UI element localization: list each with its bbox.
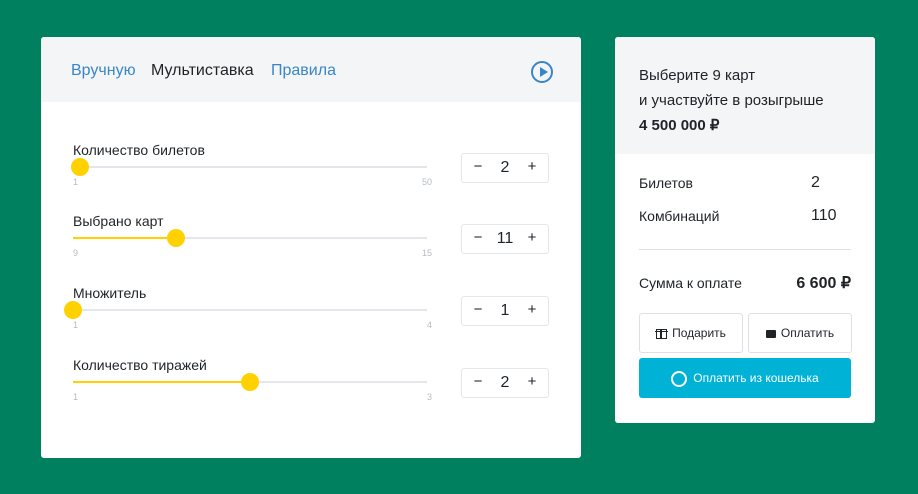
tab-multibet[interactable]: Мультиставка: [151, 62, 254, 80]
gift-button[interactable]: Подарить: [639, 313, 743, 353]
gift-icon: [655, 328, 669, 339]
slider-max: 3: [426, 392, 432, 402]
slider-max: 15: [421, 248, 432, 258]
slider-thumb[interactable]: [64, 301, 82, 319]
decrement-button[interactable]: −: [464, 297, 492, 325]
promo-line-2: и участвуйте в розыгрыше: [639, 92, 824, 109]
prize-amount: 4 500 000 ₽: [639, 117, 720, 134]
slider-fill: [73, 237, 176, 239]
stepper-value: 11: [496, 230, 514, 247]
tabs-bar: Вручную Мультиставка Правила: [41, 37, 581, 102]
play-icon[interactable]: [531, 61, 553, 83]
stepper-value: 1: [500, 302, 510, 319]
slider-track[interactable]: [73, 229, 427, 247]
slider-row-cards: Выбрано карт 9 15 − 11 +: [73, 213, 549, 273]
decrement-button[interactable]: −: [464, 225, 492, 253]
decrement-button[interactable]: −: [464, 369, 492, 397]
promo-block: Выберите 9 карт и участвуйте в розыгрыше…: [615, 37, 875, 154]
slider-row-tickets: Количество билетов 1 50 − 2 +: [71, 142, 549, 202]
slider-thumb[interactable]: [241, 373, 259, 391]
slider-min: 1: [73, 177, 79, 187]
tickets-label: Билетов: [639, 175, 693, 191]
slider-max: 4: [426, 320, 432, 330]
total-value: 6 600 ₽: [796, 275, 851, 292]
decrement-button[interactable]: −: [464, 154, 492, 182]
multiplier-stepper: − 1 +: [461, 296, 549, 326]
slider-min: 9: [73, 248, 79, 258]
slider-row-multiplier: Множитель 1 4 − 1 +: [64, 285, 549, 345]
increment-button[interactable]: +: [518, 297, 546, 325]
pay-from-wallet-label: Оплатить из кошелька: [693, 371, 819, 385]
summary-panel: Выберите 9 карт и участвуйте в розыгрыше…: [615, 37, 875, 423]
slider-row-draws: Количество тиражей 1 3 − 2 +: [73, 357, 549, 417]
stepper-value: 2: [500, 374, 510, 391]
slider-label: Выбрано карт: [73, 213, 164, 229]
tab-manual[interactable]: Вручную: [71, 62, 136, 80]
slider-thumb[interactable]: [166, 229, 185, 247]
pay-label: Оплатить: [780, 326, 835, 340]
slider-min: 1: [73, 392, 79, 402]
tickets-value: 2: [811, 174, 820, 191]
increment-button[interactable]: +: [518, 369, 546, 397]
wallet-icon: [765, 329, 776, 338]
increment-button[interactable]: +: [518, 154, 546, 182]
pay-button[interactable]: Оплатить: [748, 313, 852, 353]
tab-rules[interactable]: Правила: [271, 62, 336, 80]
coin-icon: [671, 370, 688, 387]
promo-line-1: Выберите 9 карт: [639, 67, 756, 84]
divider: [639, 249, 851, 250]
slider-max: 50: [421, 177, 432, 187]
slider-fill: [73, 381, 250, 383]
combinations-label: Комбинаций: [639, 208, 720, 224]
slider-thumb[interactable]: [71, 158, 90, 176]
slider-min: 1: [73, 320, 79, 330]
bet-settings-panel: Вручную Мультиставка Правила Количество …: [41, 37, 581, 458]
gift-label: Подарить: [672, 326, 726, 340]
slider-track[interactable]: [73, 373, 427, 391]
pay-from-wallet-button[interactable]: Оплатить из кошелька: [639, 358, 851, 398]
draws-stepper: − 2 +: [461, 368, 549, 398]
stepper-value: 2: [500, 159, 510, 176]
slider-label: Множитель: [73, 285, 147, 301]
slider-label: Количество билетов: [73, 142, 205, 158]
cards-stepper: − 11 +: [461, 224, 549, 254]
slider-track[interactable]: [71, 158, 427, 176]
slider-track[interactable]: [64, 301, 427, 319]
tickets-stepper: − 2 +: [461, 153, 549, 183]
increment-button[interactable]: +: [518, 225, 546, 253]
slider-label: Количество тиражей: [73, 357, 207, 373]
total-label: Сумма к оплате: [639, 275, 742, 291]
combinations-value: 110: [811, 207, 837, 224]
